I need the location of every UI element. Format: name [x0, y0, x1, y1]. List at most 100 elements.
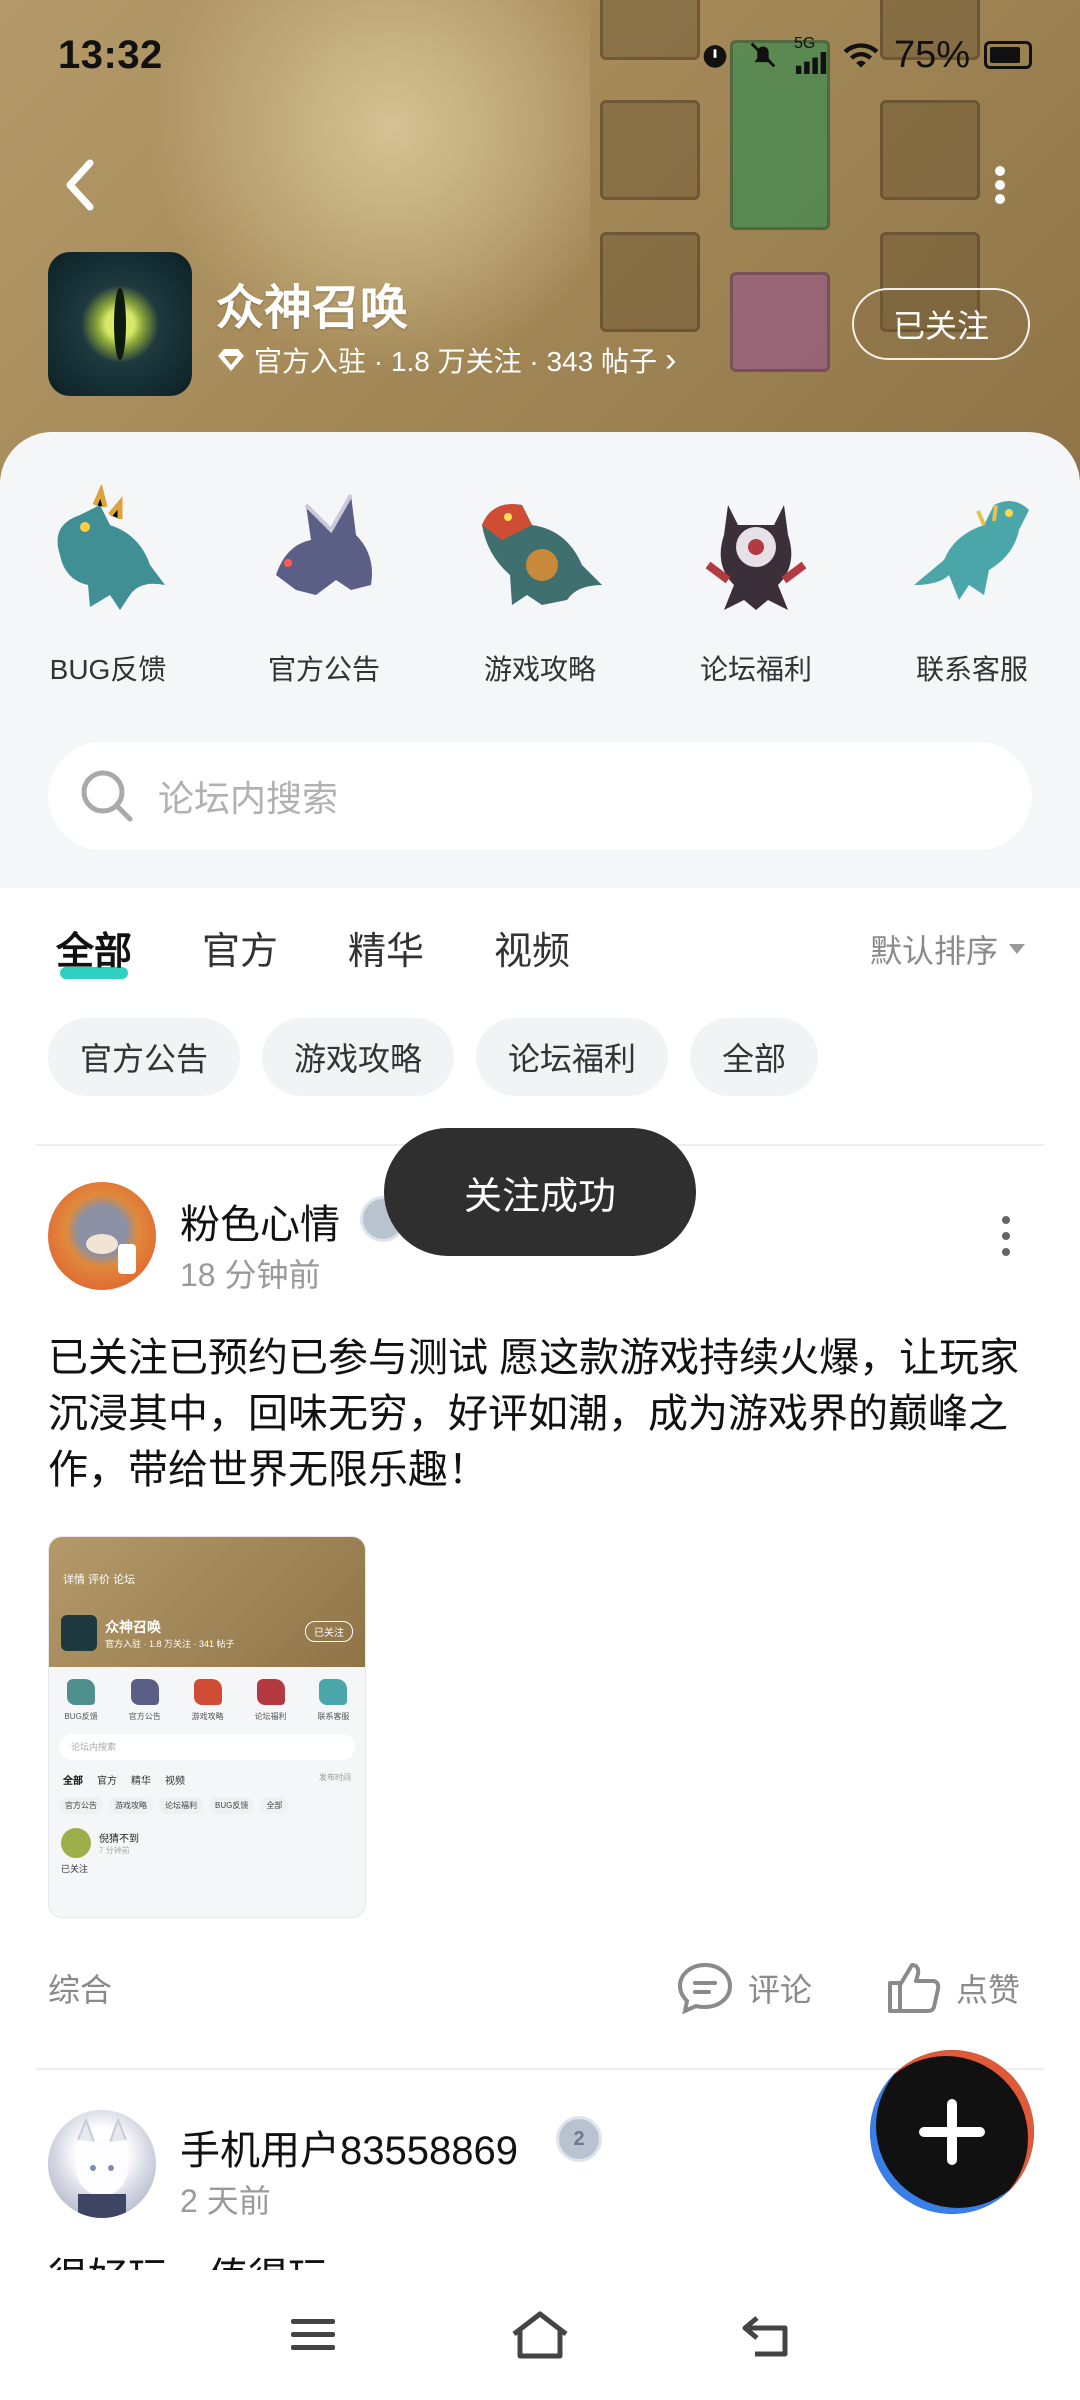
- teal-dragon-icon: [902, 480, 1042, 620]
- diamond-verified-icon: [218, 349, 244, 371]
- status-bar: 13:32 5G 75%: [0, 0, 1080, 110]
- battery-percent: 75%: [893, 33, 970, 76]
- like-label: 点赞: [956, 1972, 1021, 2008]
- thumb-sort: 发布时间: [319, 1773, 351, 1782]
- wifi-icon: [842, 40, 880, 70]
- category-guides[interactable]: 游戏攻略: [432, 480, 648, 688]
- comment-button[interactable]: 评论: [676, 1961, 812, 2015]
- thumb-post-snippet: 已关注: [61, 1864, 89, 1874]
- caret-down-icon: [1009, 944, 1026, 954]
- sort-label: 默认排序: [870, 933, 999, 969]
- back-button[interactable]: [50, 150, 110, 220]
- home-button[interactable]: [500, 2295, 580, 2375]
- winged-dragon-icon: [254, 480, 394, 620]
- thumb-cat: 游戏攻略: [192, 1679, 224, 1722]
- search-placeholder: 论坛内搜索: [158, 778, 339, 819]
- dragon-icon: [38, 480, 178, 620]
- post-actions: 综合 评论 点赞: [48, 1958, 1032, 2018]
- category-bug-feedback[interactable]: BUG反馈: [0, 480, 216, 688]
- thumbs-up-icon: [888, 1963, 941, 2013]
- like-button[interactable]: 点赞: [886, 1961, 1020, 2015]
- menu-button[interactable]: [273, 2295, 353, 2375]
- forum-search-bar[interactable]: 论坛内搜索: [48, 742, 1032, 850]
- post-filter-tabs: 全部 官方 精华 视频: [56, 920, 570, 979]
- status-time: 13:32: [58, 32, 163, 77]
- follow-button[interactable]: 已关注: [852, 288, 1030, 360]
- chip-all[interactable]: 全部: [690, 1018, 819, 1096]
- chip-welfare[interactable]: 论坛福利: [476, 1018, 669, 1096]
- tab-featured[interactable]: 精华: [348, 920, 424, 975]
- thumb-search: 论坛内搜索: [59, 1734, 355, 1760]
- nav-back-button[interactable]: [727, 2295, 807, 2375]
- post-time: 2 天前: [180, 2183, 271, 2219]
- user-level-number: 2: [573, 2127, 585, 2150]
- thumb-cat: 论坛福利: [255, 1679, 287, 1722]
- battery-icon: [984, 41, 1032, 69]
- divider: [36, 2068, 1044, 2070]
- post-content[interactable]: 已关注已预约已参与测试 愿这款游戏持续火爆，让玩家沉浸其中，回味无穷，好评如潮，…: [48, 1330, 1038, 1498]
- thumb-meta: 官方入驻 · 1.8 万关注 · 341 帖子: [105, 1639, 235, 1649]
- app-title: 众神召唤: [216, 282, 409, 335]
- app-meta-text: 官方入驻 · 1.8 万关注 · 343 帖子: [254, 346, 657, 377]
- avatar[interactable]: [48, 1182, 156, 1290]
- tab-official[interactable]: 官方: [202, 920, 278, 975]
- chip-guides[interactable]: 游戏攻略: [262, 1018, 455, 1096]
- signal-icon: 5G: [794, 36, 828, 74]
- thumb-chip: 论坛福利: [159, 1797, 203, 1814]
- thumb-tab: 精华: [131, 1776, 151, 1787]
- post-more-button[interactable]: [996, 1206, 1016, 1266]
- tab-all[interactable]: 全部: [56, 920, 132, 979]
- home-icon: [512, 2311, 568, 2359]
- back-arrow-icon: [66, 159, 94, 211]
- category-announcement[interactable]: 官方公告: [216, 480, 432, 688]
- mute-icon: [746, 38, 780, 72]
- network-type: 5G: [793, 35, 816, 52]
- chip-announcement[interactable]: 官方公告: [48, 1018, 241, 1096]
- category-panel: BUG反馈 官方公告 游戏攻略 论坛福利 联系客服 论坛内搜索: [0, 432, 1080, 888]
- category-support[interactable]: 联系客服: [864, 480, 1080, 688]
- thumb-tab: 视频: [165, 1776, 185, 1787]
- sort-dropdown[interactable]: 默认排序: [870, 926, 1026, 972]
- system-nav-bar: [0, 2270, 1080, 2400]
- post-username[interactable]: 粉色心情: [180, 1192, 340, 1250]
- thumb-tab: 全部: [63, 1776, 83, 1787]
- app-logo: [48, 252, 192, 396]
- category-label: 联系客服: [915, 654, 1028, 685]
- back-icon: [742, 2316, 788, 2357]
- toast-message: 关注成功: [384, 1128, 696, 1256]
- menu-icon: [291, 2319, 336, 2350]
- thumb-chip: BUG反馈: [209, 1797, 255, 1814]
- category-label: 论坛福利: [699, 654, 812, 685]
- post-time: 18 分钟前: [180, 1257, 321, 1293]
- create-post-button[interactable]: [870, 2050, 1034, 2214]
- chevron-right-icon: ›: [664, 340, 677, 379]
- category-label: 游戏攻略: [483, 654, 596, 685]
- app-meta[interactable]: 官方入驻 · 1.8 万关注 · 343 帖子 ›: [216, 340, 676, 380]
- thumb-chip: 游戏攻略: [109, 1797, 153, 1814]
- comment-icon: [677, 1962, 733, 2015]
- thumb-post-user: 倪猜不到: [99, 1834, 139, 1845]
- post-username[interactable]: 手机用户83558869: [180, 2118, 518, 2176]
- user-level-badge: 2: [556, 2116, 602, 2162]
- armored-beast-icon: [686, 480, 826, 620]
- thumb-app-name: 众神召唤: [105, 1619, 161, 1635]
- comment-label: 评论: [748, 1972, 813, 2008]
- category-label: 官方公告: [267, 654, 380, 685]
- plus-icon: [919, 2099, 985, 2165]
- more-vertical-icon: [995, 166, 1005, 204]
- post-image[interactable]: 详情 评价 论坛 众神召唤 官方入驻 · 1.8 万关注 · 341 帖子 已关…: [48, 1536, 366, 1918]
- avatar[interactable]: [48, 2110, 156, 2218]
- thumb-chip: 官方公告: [59, 1797, 103, 1814]
- category-label: BUG反馈: [49, 654, 167, 685]
- thumb-cat: 官方公告: [129, 1679, 161, 1722]
- thumb-top-nav: 详情 评价 论坛: [63, 1574, 136, 1586]
- post-topic-tag[interactable]: 综合: [48, 1965, 112, 2011]
- red-dragon-icon: [470, 480, 610, 620]
- alarm-icon: [698, 38, 732, 72]
- more-options-button[interactable]: [980, 150, 1020, 220]
- category-welfare[interactable]: 论坛福利: [648, 480, 864, 688]
- tab-video[interactable]: 视频: [494, 920, 570, 975]
- thumb-cat: BUG反馈: [64, 1679, 98, 1722]
- thumb-tab: 官方: [97, 1776, 117, 1787]
- topic-chips: 官方公告 游戏攻略 论坛福利 全部: [48, 1018, 819, 1096]
